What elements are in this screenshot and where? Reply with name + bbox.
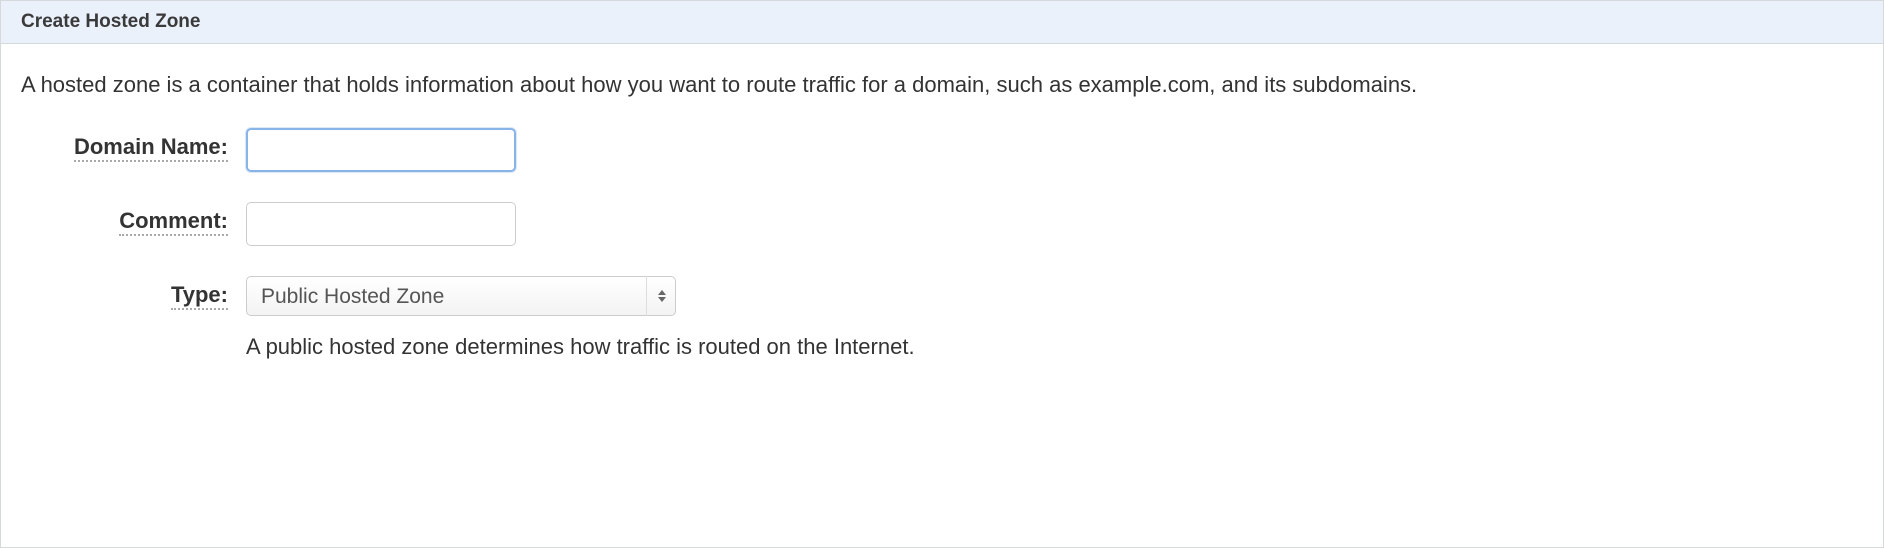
type-select-wrap: Public Hosted Zone: [246, 276, 676, 316]
comment-input[interactable]: [246, 202, 516, 246]
type-row: Type: Public Hosted Zone A public hosted…: [21, 276, 1863, 360]
panel-description: A hosted zone is a container that holds …: [1, 44, 1883, 108]
type-select[interactable]: Public Hosted Zone: [246, 276, 676, 316]
domain-name-input[interactable]: [246, 128, 516, 172]
form-area: Domain Name: Comment: Type: Public Hoste…: [1, 108, 1883, 410]
type-help-text: A public hosted zone determines how traf…: [246, 334, 1863, 360]
domain-name-label: Domain Name:: [21, 128, 246, 160]
comment-label: Comment:: [21, 202, 246, 234]
type-label: Type:: [21, 276, 246, 308]
panel-title: Create Hosted Zone: [1, 1, 1883, 44]
create-hosted-zone-panel: Create Hosted Zone A hosted zone is a co…: [0, 0, 1884, 548]
comment-row: Comment:: [21, 202, 1863, 246]
domain-name-row: Domain Name:: [21, 128, 1863, 172]
